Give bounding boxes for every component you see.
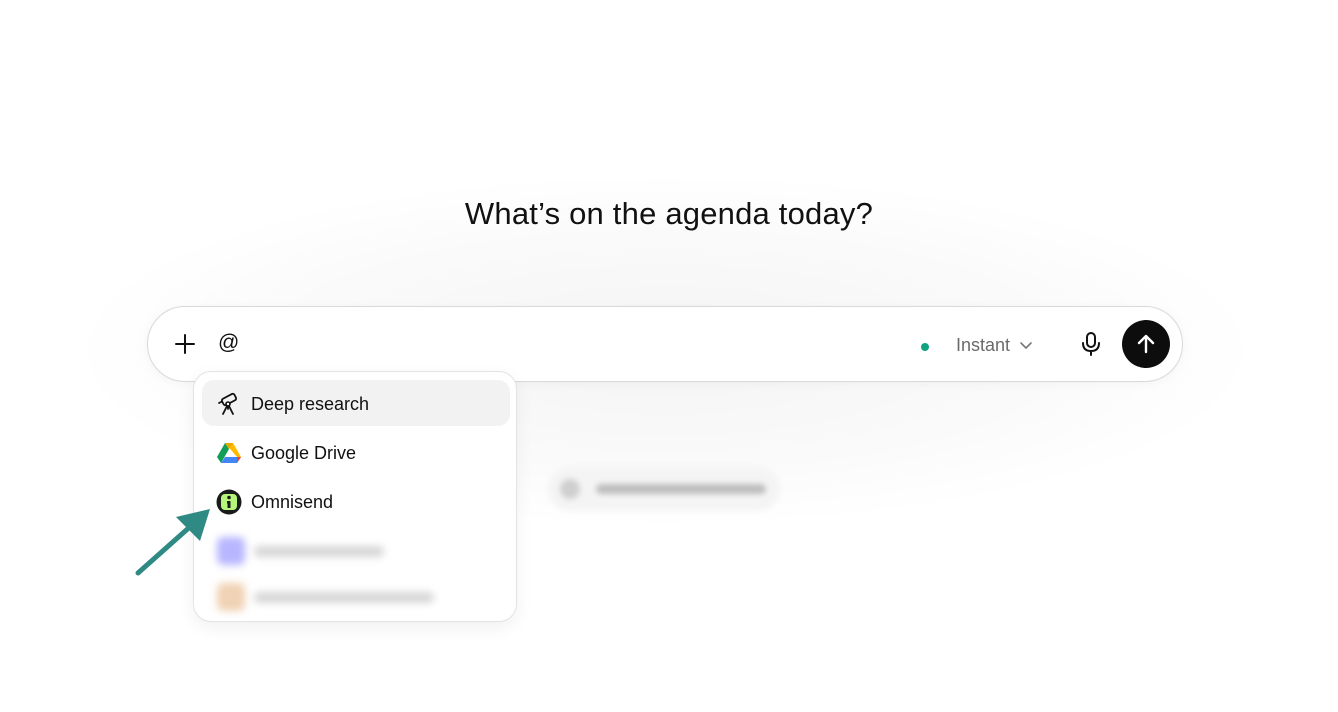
mention-menu: Deep research Google Drive Omnisend bbox=[193, 371, 517, 622]
send-button[interactable] bbox=[1122, 320, 1170, 368]
menu-item-blurred[interactable] bbox=[202, 528, 510, 574]
page-title: What’s on the agenda today? bbox=[464, 196, 874, 231]
google-drive-icon bbox=[216, 440, 242, 466]
model-selector[interactable]: Instant bbox=[956, 331, 1034, 359]
blurred-suggestion-chip bbox=[548, 467, 780, 511]
menu-item-blurred[interactable] bbox=[202, 574, 510, 620]
arrow-up-icon bbox=[1137, 334, 1155, 354]
menu-item-label: Deep research bbox=[251, 394, 370, 414]
chat-home: What’s on the agenda today? @ Instant De… bbox=[0, 0, 1338, 712]
menu-item-omnisend[interactable]: Omnisend bbox=[202, 478, 510, 524]
blurred-app-icon bbox=[217, 537, 245, 565]
annotation-arrow-icon bbox=[135, 509, 210, 576]
prompt-input[interactable]: @ bbox=[218, 331, 239, 355]
microphone-icon bbox=[1082, 332, 1100, 356]
model-label: Instant bbox=[956, 334, 1011, 355]
menu-item-label: Omnisend bbox=[251, 492, 334, 512]
menu-item-google-drive[interactable]: Google Drive bbox=[202, 429, 510, 475]
plus-icon bbox=[175, 334, 195, 354]
voice-input-button[interactable] bbox=[1076, 329, 1106, 359]
telescope-icon bbox=[216, 391, 242, 417]
menu-item-label: Google Drive bbox=[251, 443, 357, 463]
add-attachment-button[interactable] bbox=[168, 327, 202, 361]
status-dot bbox=[921, 343, 929, 351]
menu-item-deep-research[interactable]: Deep research bbox=[202, 380, 510, 426]
chevron-down-icon bbox=[1020, 342, 1032, 349]
blurred-app-icon bbox=[217, 583, 245, 611]
